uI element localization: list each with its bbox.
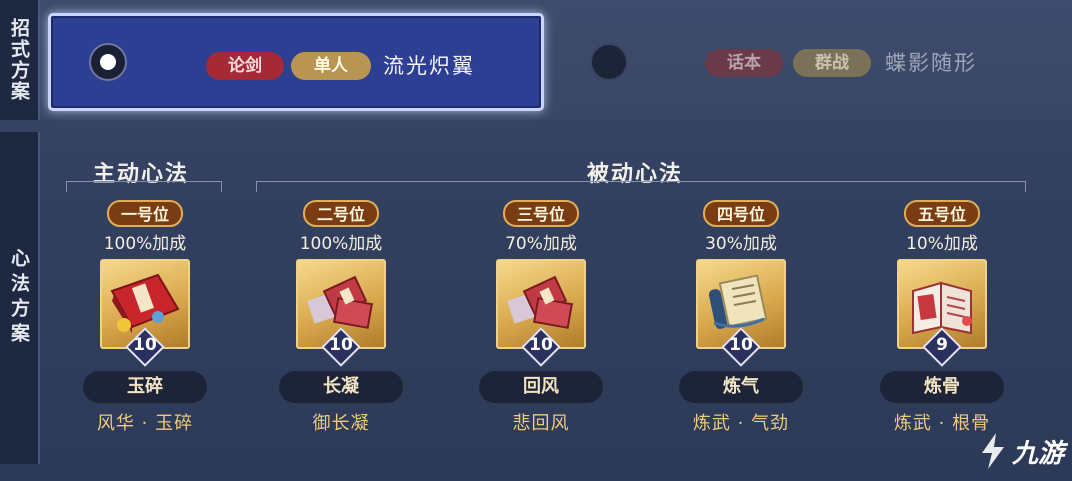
mode-tag: 话本 (705, 49, 783, 77)
level-badge: 10 (721, 327, 761, 367)
slot-position-badge: 二号位 (302, 200, 379, 227)
passive-group-divider (256, 181, 1026, 192)
slot-position-badge: 五号位 (903, 200, 980, 227)
mind-name-pill: 炼骨 (880, 371, 1004, 403)
nine-game-logo-icon (981, 433, 1004, 469)
slot-position-badge: 四号位 (702, 200, 779, 227)
level-badge: 10 (125, 327, 165, 367)
mind-slot-4[interactable]: 四号位 30%加成 10 炼气 炼武 · 气劲 (666, 200, 816, 435)
red-book-icon[interactable]: 10 (100, 259, 190, 367)
mind-slot-1[interactable]: 一号位 100%加成 10 玉碎 风华 · 玉碎 (70, 200, 220, 435)
level-badge: 10 (321, 327, 361, 367)
watermark-logo: 九游 (976, 431, 1064, 471)
slot-bonus: 30%加成 (705, 234, 777, 254)
mind-name-pill: 回风 (479, 371, 603, 403)
move-scheme-option-2[interactable]: 话本 群战 蝶影随形 (560, 13, 1060, 111)
section-tab-mind[interactable]: 心法方案 (0, 132, 40, 464)
mind-slot-5[interactable]: 五号位 10%加成 9 炼骨 炼武 · 根骨 (867, 200, 1017, 435)
level-value: 10 (729, 335, 753, 355)
mind-slot-3[interactable]: 三号位 70%加成 10 回风 悲回风 (466, 200, 616, 435)
radio-unselected-icon[interactable] (590, 43, 628, 81)
mode-tag: 群战 (793, 49, 871, 77)
level-badge: 9 (922, 327, 962, 367)
open-book-icon[interactable]: 9 (897, 259, 987, 367)
slot-bonus: 10%加成 (906, 234, 978, 254)
level-value: 10 (529, 335, 553, 355)
slot-bonus: 100%加成 (103, 234, 187, 254)
slot-position-badge: 一号位 (106, 200, 183, 227)
level-value: 10 (329, 335, 353, 355)
section-tab-moves[interactable]: 招式方案 (0, 0, 40, 120)
slot-bonus: 100%加成 (299, 234, 383, 254)
slot-bonus: 70%加成 (505, 234, 577, 254)
scroll-bundle-icon[interactable]: 10 (696, 259, 786, 367)
level-value: 10 (133, 335, 157, 355)
slot-position-badge: 三号位 (502, 200, 579, 227)
mind-source: 悲回风 (512, 413, 570, 434)
level-badge: 10 (521, 327, 561, 367)
mind-slot-2[interactable]: 二号位 100%加成 10 长凝 御长凝 (266, 200, 416, 435)
mind-source: 炼武 · 气劲 (692, 413, 790, 434)
mind-name-pill: 玉碎 (83, 371, 207, 403)
mind-source: 风华 · 玉碎 (96, 413, 194, 434)
scattered-scrolls-icon[interactable]: 10 (296, 259, 386, 367)
scattered-scrolls-icon[interactable]: 10 (496, 259, 586, 367)
mode-tag: 论剑 (206, 52, 284, 80)
level-value: 9 (936, 335, 948, 355)
radio-selected-icon[interactable] (89, 43, 127, 81)
watermark-text: 九游 (1011, 438, 1064, 469)
mind-name-pill: 炼气 (679, 371, 803, 403)
section-tab-mind-label: 心法方案 (8, 248, 30, 348)
move-scheme-option-1[interactable]: 论剑 单人 流光炽翼 (48, 13, 544, 111)
section-tab-moves-label: 招式方案 (8, 18, 30, 102)
mind-name-pill: 长凝 (279, 371, 403, 403)
mode-tag: 单人 (291, 52, 371, 80)
scheme-name: 流光炽翼 (383, 54, 475, 78)
scheme-name: 蝶影随形 (885, 51, 977, 75)
active-group-divider (66, 181, 222, 192)
mind-source: 御长凝 (312, 413, 370, 434)
